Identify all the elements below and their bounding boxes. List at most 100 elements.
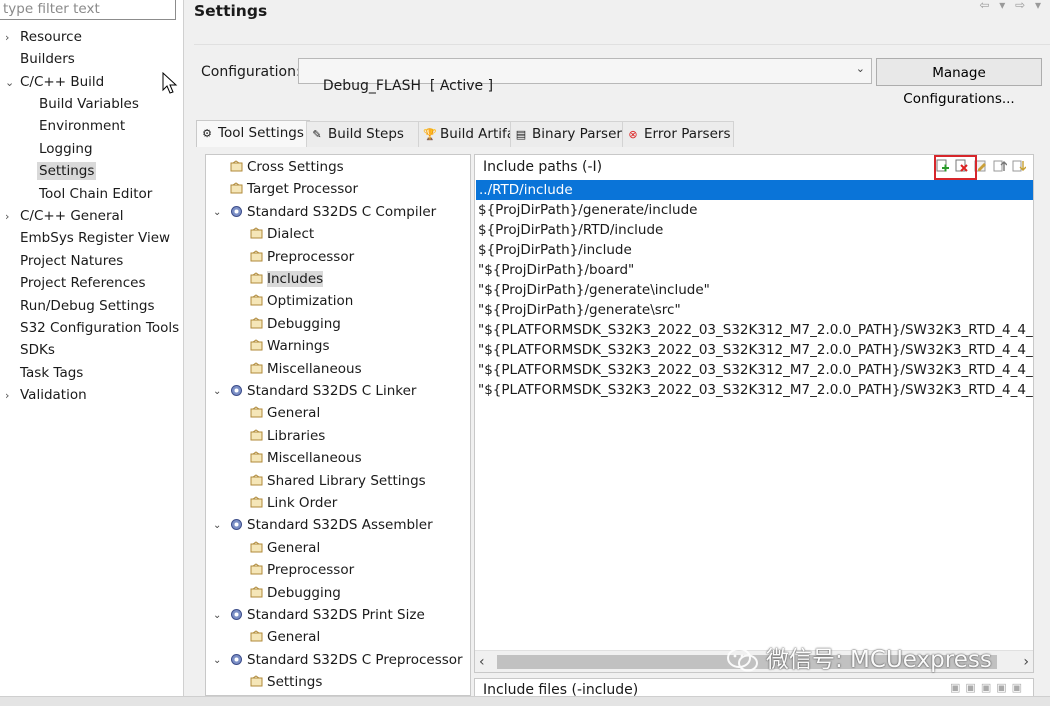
nav-item-environment[interactable]: Environment — [39, 116, 125, 137]
nav-item-logging[interactable]: Logging — [39, 139, 93, 160]
tool-tree-node-settings[interactable]: Settings — [250, 672, 322, 693]
nav-item-run-debug-settings[interactable]: Run/Debug Settings — [20, 296, 155, 317]
tool-tree-node-general[interactable]: General — [250, 627, 320, 648]
nav-item-validation[interactable]: › Validation — [5, 385, 87, 406]
tool-tree-node-shared-library-settings[interactable]: Shared Library Settings — [250, 471, 426, 492]
tool-tree-node-standard-s32ds-c-linker[interactable]: ⌄ Standard S32DS C Linker — [213, 381, 417, 402]
include-path-row[interactable]: ../RTD/include — [476, 180, 1033, 200]
tool-tree-node-debugging[interactable]: Debugging — [250, 583, 341, 604]
tool-tree-node-target-processor[interactable]: Target Processor — [230, 179, 358, 200]
configuration-select[interactable]: Debug_FLASH [ Active ] ⌄ — [298, 58, 872, 94]
tool-tree-node-warnings[interactable]: Warnings — [250, 336, 330, 357]
tool-tree-node-includes[interactable]: Includes — [250, 269, 324, 290]
nav-item-settings[interactable]: Settings — [37, 161, 97, 182]
tab-binary-parsers[interactable]: ▤ Binary Parsers — [510, 121, 629, 147]
nav-item-label: Project Natures — [20, 253, 124, 269]
tool-tree-node-optimization[interactable]: Optimization — [250, 291, 353, 312]
nav-item-project-natures[interactable]: Project Natures — [20, 251, 123, 272]
tool-tree-node-standard-s32ds-assembler[interactable]: ⌄ Standard S32DS Assembler — [213, 515, 433, 536]
nav-item-c-c-general[interactable]: › C/C++ General — [5, 206, 124, 227]
manage-configurations-button[interactable]: Manage Configurations... — [876, 58, 1042, 107]
chevron-down-icon[interactable]: ⌄ — [213, 202, 221, 223]
chevron-right-icon[interactable]: › — [5, 206, 9, 227]
tool-tree-node-standard-s32ds-c-compiler[interactable]: ⌄ Standard S32DS C Compiler — [213, 202, 436, 223]
tool-tree-node-miscellaneous[interactable]: Miscellaneous — [250, 448, 362, 469]
tab-tool-settings[interactable]: ⚙ Tool Settings — [196, 120, 310, 147]
nav-item-c-c-build[interactable]: ⌄ C/C++ Build — [5, 72, 104, 93]
chevron-down-icon[interactable]: ⌄ — [213, 515, 221, 536]
tool-tree-node-preprocessor[interactable]: Preprocessor — [250, 247, 354, 268]
include-path-row[interactable]: "${ProjDirPath}/generate\include" — [475, 280, 1033, 300]
tool-tree-node-debugging[interactable]: Debugging — [250, 314, 341, 335]
vertical-scrollbar[interactable] — [1038, 154, 1050, 696]
option-category-icon — [250, 338, 263, 351]
nav-item-sdks[interactable]: SDKs — [20, 340, 55, 361]
include-path-row[interactable]: ${ProjDirPath}/include — [475, 240, 1033, 260]
nav-item-task-tags[interactable]: Task Tags — [20, 363, 83, 384]
tool-tree-label: Settings — [267, 674, 323, 691]
tool-tree-label: Shared Library Settings — [267, 472, 426, 489]
nav-item-label: Resource — [20, 29, 82, 45]
include-path-row[interactable]: "${PLATFORMSDK_S32K3_2022_03_S32K312_M7_… — [475, 340, 1033, 360]
wrench-icon: ✎ — [312, 128, 322, 141]
option-category-icon — [250, 405, 263, 418]
option-category-icon — [250, 271, 263, 284]
include-path-row[interactable]: "${PLATFORMSDK_S32K3_2022_03_S32K312_M7_… — [475, 360, 1033, 380]
history-controls[interactable]: ⇦ ▾ ⇨ ▾ — [979, 0, 1044, 12]
chevron-down-icon[interactable]: ⌄ — [213, 605, 221, 626]
include-path-row[interactable]: "${PLATFORMSDK_S32K3_2022_03_S32K312_M7_… — [475, 320, 1033, 340]
tool-tree-label: General — [267, 539, 321, 556]
include-path-row[interactable]: "${PLATFORMSDK_S32K3_2022_03_S32K312_M7_… — [475, 380, 1033, 400]
tool-tree-node-libraries[interactable]: Libraries — [250, 426, 325, 447]
include-path-row[interactable]: "${ProjDirPath}/board" — [475, 260, 1033, 280]
tool-tree-node-general[interactable]: General — [250, 403, 320, 424]
tool-tree-node-standard-s32ds-print-size[interactable]: ⌄ Standard S32DS Print Size — [213, 605, 425, 626]
nav-item-tool-chain-editor[interactable]: Tool Chain Editor — [39, 184, 152, 205]
option-category-icon — [250, 226, 263, 239]
configuration-value: Debug_FLASH [ Active ] — [322, 78, 494, 94]
wechat-icon — [727, 648, 758, 672]
nav-item-resource[interactable]: › Resource — [5, 27, 82, 48]
tool-tree-label: Cross Settings — [247, 159, 344, 175]
chevron-right-icon[interactable]: › — [5, 385, 9, 406]
tool-tree-label: Link Order — [267, 495, 338, 511]
tool-tree-node-cross-settings[interactable]: Cross Settings — [230, 157, 344, 178]
tab-build-steps[interactable]: ✎ Build Steps — [306, 121, 422, 147]
tool-tree-node-link-order[interactable]: Link Order — [250, 493, 337, 514]
include-path-row[interactable]: ${ProjDirPath}/generate/include — [475, 200, 1033, 220]
tool-icon — [230, 607, 243, 620]
tool-tree-label: Preprocessor — [267, 562, 355, 579]
nav-item-label: Task Tags — [20, 365, 84, 381]
chevron-down-icon[interactable]: ⌄ — [213, 650, 221, 671]
chevron-down-icon: ⌄ — [855, 62, 865, 75]
nav-item-builders[interactable]: Builders — [20, 49, 75, 70]
nav-item-label: Environment — [39, 118, 126, 134]
include-files-toolbar-icons[interactable]: ▣▣▣▣▣ — [950, 681, 1027, 694]
tool-tree-label: General — [267, 629, 321, 646]
move-down-icon[interactable] — [1012, 159, 1026, 173]
tool-tree-label: Standard S32DS C Linker — [247, 383, 417, 399]
chevron-down-icon[interactable]: ⌄ — [213, 381, 221, 402]
watermark: 微信号: MCUexpress — [726, 640, 992, 674]
chevron-right-icon[interactable]: › — [5, 27, 9, 48]
nav-item-label: Tool Chain Editor — [39, 186, 153, 202]
tab-error-parsers[interactable]: ⊗ Error Parsers — [622, 121, 734, 147]
nav-item-embsys-register-view[interactable]: EmbSys Register View — [20, 228, 170, 249]
move-up-icon[interactable] — [993, 159, 1007, 173]
tool-tree-label: Miscellaneous — [267, 360, 362, 377]
include-path-row[interactable]: "${ProjDirPath}/generate\src" — [475, 300, 1033, 320]
chevron-down-icon[interactable]: ⌄ — [5, 72, 14, 93]
tool-tree-node-general[interactable]: General — [250, 538, 320, 559]
scroll-left-arrow[interactable]: ‹ — [479, 651, 485, 673]
scroll-right-arrow[interactable]: › — [1023, 651, 1029, 673]
tab-build-artifact[interactable]: 🏆 Build Artifact — [418, 121, 528, 147]
tool-tree-node-dialect[interactable]: Dialect — [250, 224, 314, 245]
nav-item-project-references[interactable]: Project References — [20, 273, 146, 294]
nav-item-build-variables[interactable]: Build Variables — [39, 94, 139, 115]
nav-item-s32-configuration-tools[interactable]: S32 Configuration Tools — [20, 318, 179, 339]
filter-input[interactable] — [0, 0, 176, 20]
tool-tree-node-miscellaneous[interactable]: Miscellaneous — [250, 359, 362, 380]
include-path-row[interactable]: ${ProjDirPath}/RTD/include — [475, 220, 1033, 240]
tool-tree-node-standard-s32ds-c-preprocessor[interactable]: ⌄ Standard S32DS C Preprocessor — [213, 650, 463, 671]
tool-tree-node-preprocessor[interactable]: Preprocessor — [250, 560, 354, 581]
